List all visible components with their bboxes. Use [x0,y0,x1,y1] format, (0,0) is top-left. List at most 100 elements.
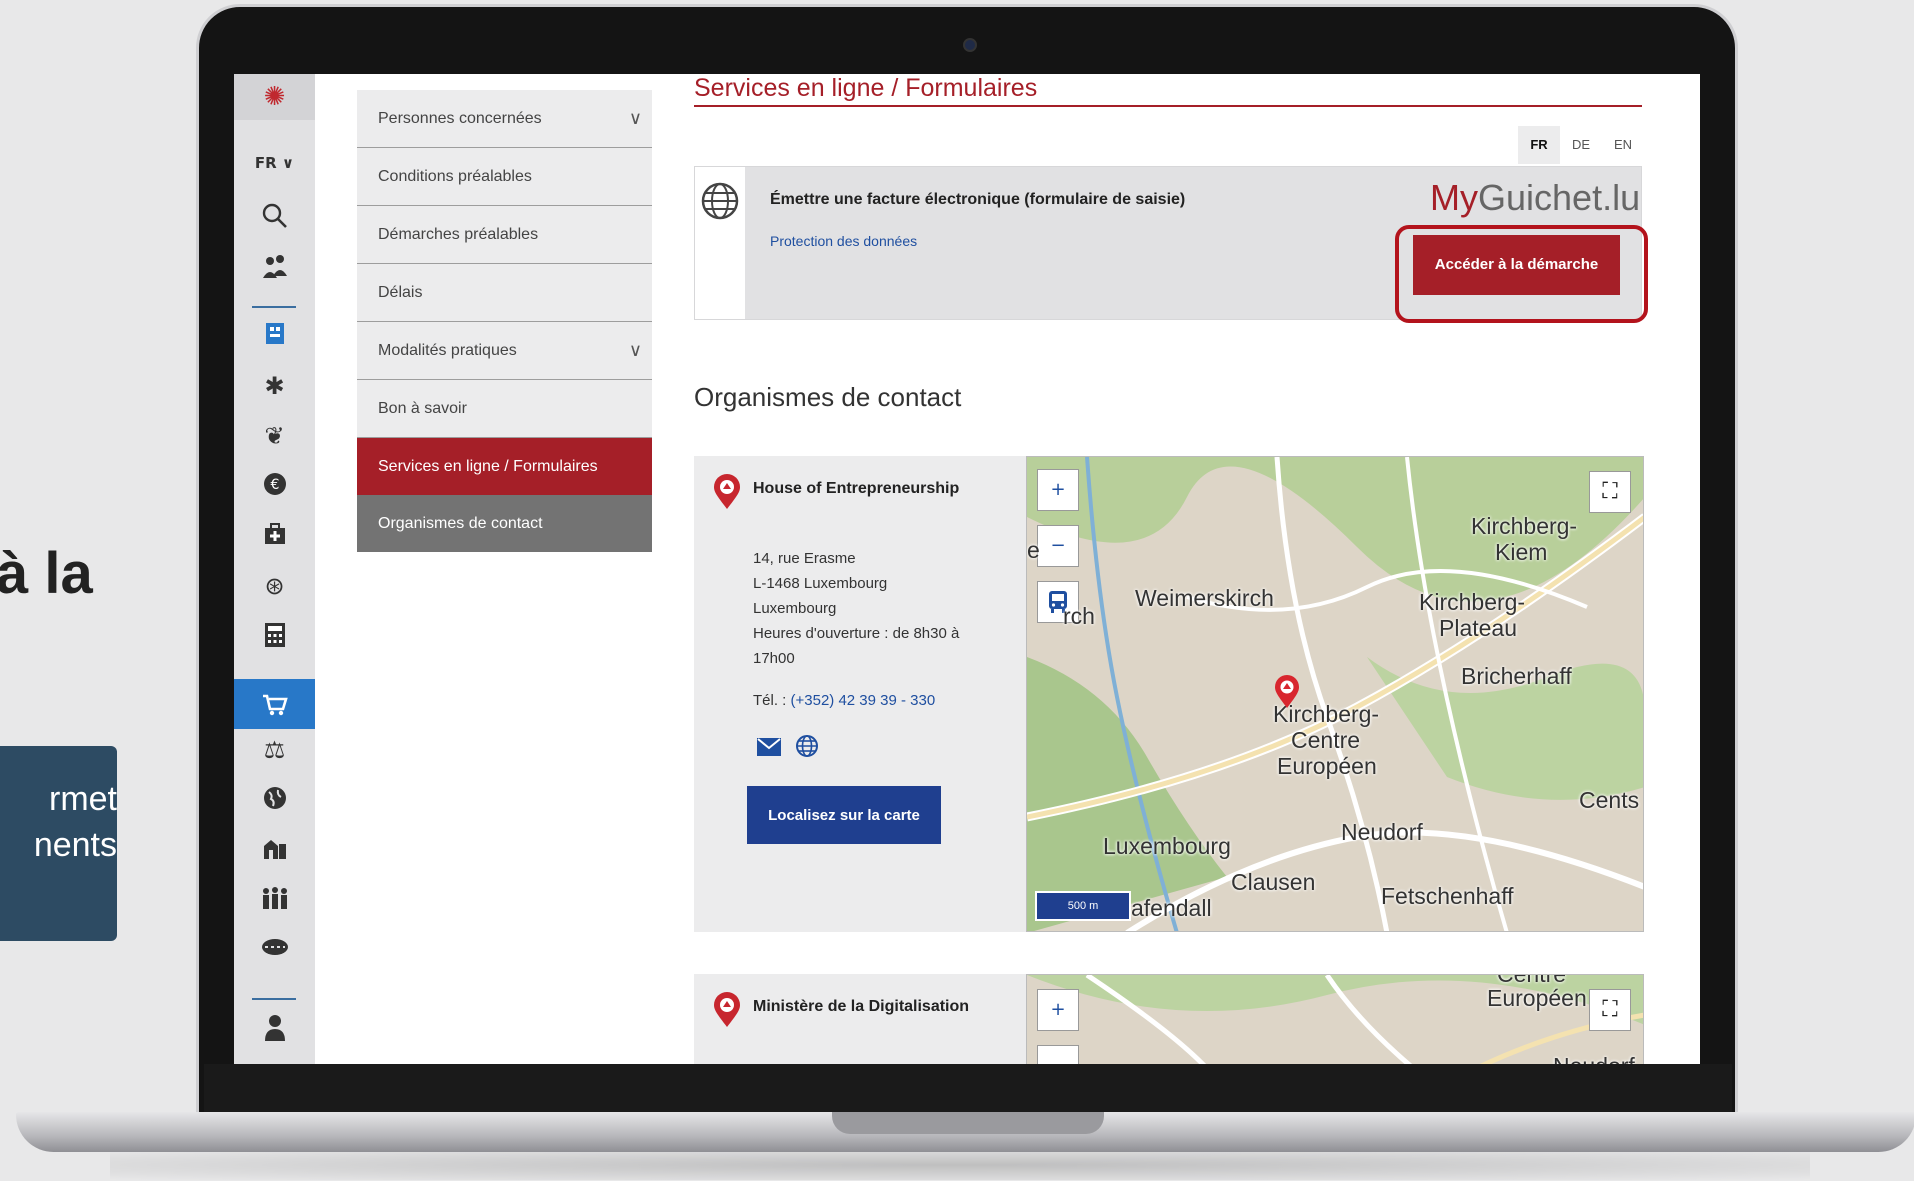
form-title: Émettre une facture électronique (formul… [770,191,1186,208]
menu-item-personnes-concernees[interactable]: Personnes concernées ∨ [357,90,652,148]
menu-item-delais[interactable]: Délais [357,264,652,322]
calculator-icon[interactable] [234,622,315,654]
opening-hours-end: 17h00 [753,650,795,667]
menu-item-label: Bon à savoir [378,400,467,417]
data-protection-link[interactable]: Protection des données [770,233,917,249]
people-icon[interactable] [234,254,315,286]
background-box-line: nents [33,826,117,864]
luxembourg-logo-icon[interactable]: ✺ [234,74,315,120]
camera-icon [963,38,977,52]
puzzle-icon[interactable]: ✱ [234,372,315,400]
map-scale: 500 m [1035,891,1131,921]
menu-item-label: Personnes concernées [378,110,542,127]
background-box-line: rmet [49,780,117,818]
map-label: Kiem [1495,539,1548,565]
user-icon[interactable] [234,1014,315,1048]
menu-item-label: Modalités pratiques [378,342,517,359]
contact-card: House of Entrepreneurship 14, rue Erasme… [694,456,1644,932]
handshake-icon[interactable]: ⊛ [234,572,315,600]
form-icon-box [695,167,745,319]
fullscreen-icon[interactable]: ⛶ [1589,471,1631,513]
menu-item-label: Conditions préalables [378,168,532,185]
map-label: Kirchberg- [1419,589,1526,615]
globe-people-icon [695,181,745,230]
menu-item-conditions-prealables[interactable]: Conditions préalables [357,148,652,206]
map-label: rch [1063,603,1095,629]
lang-en[interactable]: EN [1602,126,1644,164]
globe-icon[interactable] [234,786,315,816]
map-label: Européen [1487,985,1587,1011]
screen: ✺ FR ∨ ✱ ❦ € ⊛ ⚖ Personnes concernées ∨ … [234,74,1700,1064]
access-procedure-button[interactable]: Accéder à la démarche [1413,235,1620,295]
map-label: Clausen [1231,869,1316,895]
zoom-out-button[interactable]: − [1037,1045,1079,1064]
medical-kit-icon[interactable] [234,522,315,552]
svg-text:€: € [270,477,279,493]
map-marker-icon[interactable] [1273,675,1301,709]
language-selector[interactable]: FR ∨ [234,154,315,172]
map-label: Européen [1277,753,1377,779]
leaf-icon[interactable]: ❦ [234,422,315,450]
opening-hours: Heures d'ouverture : de 8h30 à [753,625,960,642]
lang-de[interactable]: DE [1560,126,1602,164]
org-name: Ministère de la Digitalisation [753,998,970,1015]
org-address: 14, rue Erasme L-1468 Luxembourg Luxembo… [753,546,983,671]
icon-sidebar: ✺ FR ∨ ✱ ❦ € ⊛ ⚖ [234,74,315,1064]
menu-item-label: Organismes de contact [378,515,543,532]
contacts-heading: Organismes de contact [694,382,962,412]
buildings-icon[interactable] [234,836,315,866]
menu-item-demarches-prealables[interactable]: Démarches préalables [357,206,652,264]
background-info-box: rmet nents [0,746,117,941]
chevron-down-icon: ∨ [628,340,642,361]
fullscreen-icon[interactable]: ⛶ [1589,989,1631,1031]
phone-link[interactable]: (+352) 42 39 39 - 330 [791,692,936,709]
menu-item-label: Services en ligne / Formulaires [378,458,598,475]
menu-item-label: Délais [378,284,423,301]
cart-icon[interactable] [234,679,315,729]
map-label: Weimerskirch [1135,585,1274,611]
locate-on-map-button[interactable]: Localisez sur la carte [747,786,941,844]
menu-item-modalites-pratiques[interactable]: Modalités pratiques ∨ [357,322,652,380]
scales-icon[interactable]: ⚖ [234,736,315,764]
building-icon[interactable] [234,320,315,352]
euro-icon[interactable]: € [234,472,315,502]
zoom-in-button[interactable]: + [1037,989,1079,1031]
chevron-down-icon: ∨ [628,108,642,129]
online-form-card: Émettre une facture électronique (formul… [694,166,1648,323]
sidebar-separator [252,306,296,308]
location-pin-icon [714,474,740,509]
map-label: Neudorf [1553,1053,1635,1064]
website-icon[interactable] [795,734,819,764]
location-pin-icon [714,992,740,1027]
search-icon[interactable] [234,202,315,236]
brand-prefix: My [1430,177,1478,218]
map-label: Fetschenhaff [1381,883,1514,909]
laptop-bottom-bezel [204,1064,1732,1116]
zoom-in-button[interactable]: + [1037,469,1079,511]
laptop-shadow [110,1150,1810,1180]
menu-item-bon-a-savoir[interactable]: Bon à savoir [357,380,652,438]
address-line: Luxembourg [753,600,837,617]
map[interactable]: + − ⛶ Weimerskirch Kirchberg- Kiem Kirch… [1026,456,1644,932]
group-icon[interactable] [234,886,315,916]
map-label: Cents [1579,787,1640,813]
map-label: Bricherhaff [1461,663,1572,689]
org-name: House of Entrepreneurship [753,480,960,497]
language-switcher: FR DE EN [1518,126,1644,164]
zoom-out-button[interactable]: − [1037,525,1079,567]
menu-item-services-en-ligne[interactable]: Services en ligne / Formulaires [357,438,652,495]
map-label: Centre [1291,727,1361,753]
myguichet-logo: MyGuichet.lu [1430,177,1640,219]
map-label: Luxembourg [1103,833,1231,859]
map[interactable]: + − ⛶ Centre Européen Neudorf [1026,974,1644,1064]
address-line: 14, rue Erasme [753,550,856,567]
menu-item-organismes-de-contact[interactable]: Organismes de contact [357,495,652,552]
map-label: Plateau [1439,615,1518,641]
email-icon[interactable] [757,738,781,756]
lang-fr[interactable]: FR [1518,126,1560,164]
address-line: L-1468 Luxembourg [753,575,888,592]
road-icon[interactable] [234,936,315,964]
brand-rest: Guichet.lu [1478,177,1641,218]
sidebar-separator [252,998,296,1000]
laptop-base-notch [832,1112,1104,1134]
